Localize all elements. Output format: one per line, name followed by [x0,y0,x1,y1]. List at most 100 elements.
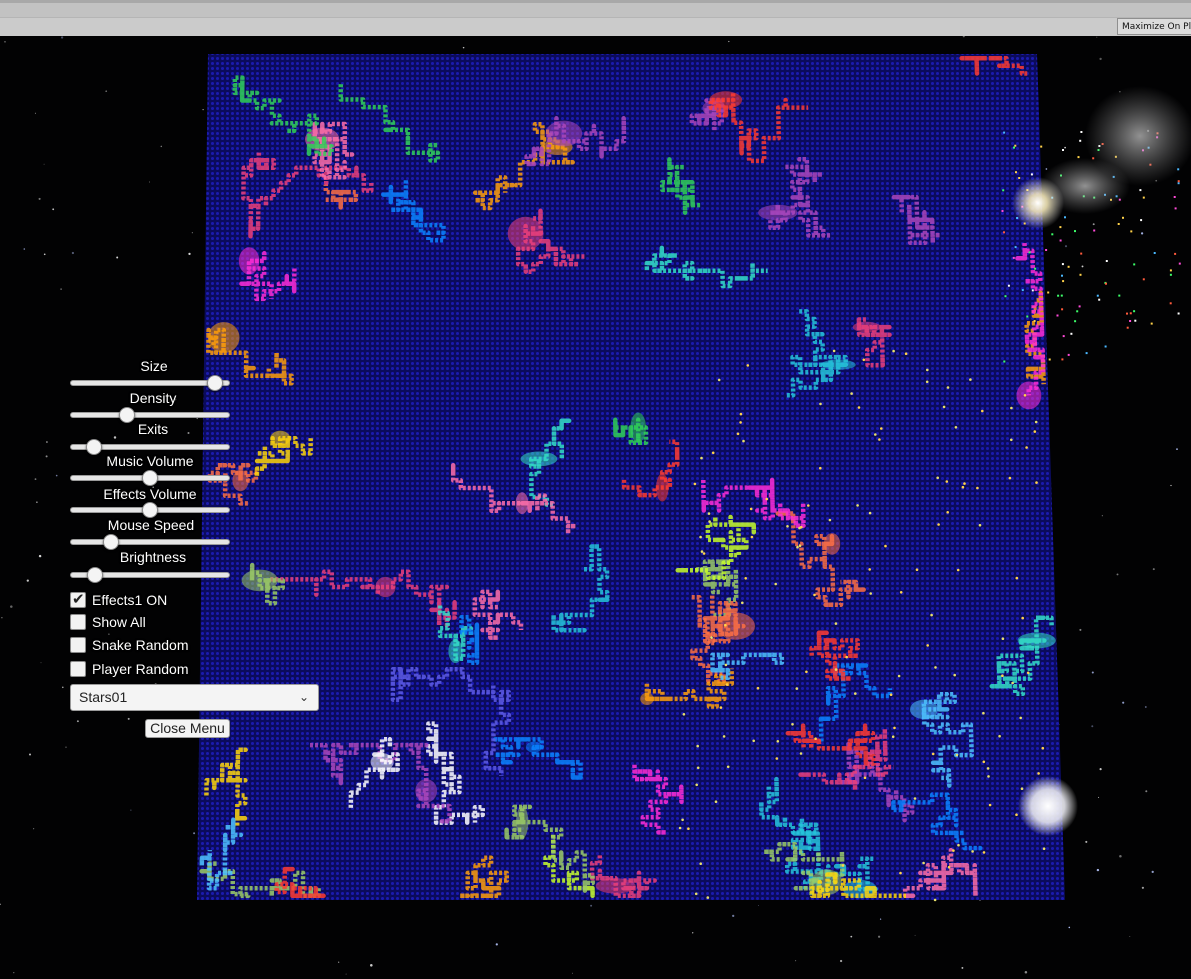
spark-dot [922,861,925,865]
checkbox[interactable] [70,614,86,630]
mouse-speed-slider[interactable] [70,534,230,550]
star [1091,725,1094,728]
spark-dot [706,896,710,899]
comet-spark [1093,229,1096,232]
star [160,145,163,148]
player-random-toggle[interactable]: Player Random [70,660,189,678]
maximize-on-play-button[interactable]: Maximize On Play [1117,18,1191,35]
star [127,717,130,720]
star [149,181,151,183]
spark-dot [933,898,937,902]
comet-spark [1122,216,1124,219]
snake-cluster [640,692,654,706]
star [345,973,347,975]
comet-spark [1074,230,1076,233]
comet-spark [1078,305,1081,308]
spark-dot [742,439,745,443]
spark-dot [1011,681,1014,685]
skybox-dropdown[interactable]: Stars01 ⌄ [70,684,319,711]
slider-handle[interactable] [87,567,104,583]
spark-dot [1037,772,1040,775]
spark-dot [1019,716,1022,720]
star [590,904,593,907]
star [10,605,13,608]
star [1140,232,1144,235]
slider-handle[interactable] [142,470,158,486]
comet-spark [1018,177,1021,179]
star [795,960,797,962]
star [60,36,64,39]
star [45,441,48,443]
music-volume-slider[interactable] [70,470,230,486]
spark-dot [776,740,780,743]
slider-handle[interactable] [142,502,158,518]
comet-spark [1074,320,1077,323]
spark-dot [869,592,872,595]
spark-dot [724,623,727,627]
comet-spark [1067,353,1070,356]
spark-dot [956,568,960,572]
snake-random-toggle[interactable]: Snake Random [70,636,189,654]
star [370,964,373,967]
spark-dot [1001,674,1004,677]
comet-spark [1177,182,1180,185]
spark-dot [1033,430,1037,433]
comet-spark [1030,173,1033,176]
slider-handle[interactable] [206,375,223,391]
spark-dot [1042,847,1046,850]
checkbox[interactable]: ✔ [70,590,86,608]
star [52,208,55,211]
spark-dot [702,552,706,555]
star [193,832,196,835]
comet-spark [1062,335,1065,338]
snake-cluster [716,612,755,640]
star [1024,970,1028,974]
comet-spark [1077,156,1080,159]
checkbox[interactable] [70,637,86,653]
star [43,163,45,165]
spark-dot [756,686,760,690]
checkbox[interactable] [70,661,86,677]
comet-spark [1062,149,1064,151]
spark-dot [988,803,992,807]
spark-dot [700,456,703,460]
star [1096,36,1098,38]
comet-spark [1126,326,1129,329]
snake-cluster [516,805,529,839]
brightness-slider[interactable] [70,567,230,583]
comet-glow [1012,177,1064,229]
star [1099,768,1102,771]
spark-dot [961,485,965,489]
spark-dot [786,525,789,528]
snake-cluster [630,412,646,443]
slider-track [70,539,230,545]
spark-dot [1015,576,1019,580]
snake-cluster [852,321,881,333]
size-slider[interactable] [70,375,230,391]
spark-dot [854,692,857,695]
spark-dot [1010,438,1013,442]
close-menu-button[interactable]: Close Menu [145,719,230,738]
star [1151,870,1154,874]
star [202,108,204,111]
comet-spark [1026,315,1029,318]
comet-spark [1133,263,1136,266]
star [105,90,108,93]
spark-dot [955,753,959,757]
comet-spark [1028,251,1031,254]
spark-dot [880,427,883,430]
show-all-toggle[interactable]: Show All [70,613,146,631]
star [1092,223,1095,226]
star [1079,628,1082,631]
spark-dot [714,800,718,803]
slider-handle[interactable] [103,534,120,550]
star [34,478,37,480]
spark-dot [1010,406,1013,410]
effects-volume-slider[interactable] [70,502,230,518]
spark-dot [884,544,887,548]
comet-spark [1064,216,1066,219]
comet-spark [1169,302,1172,305]
effects1-toggle[interactable]: ✔ Effects1 ON [70,590,167,609]
comet-spark [1021,289,1024,292]
spark-dot [874,433,877,436]
